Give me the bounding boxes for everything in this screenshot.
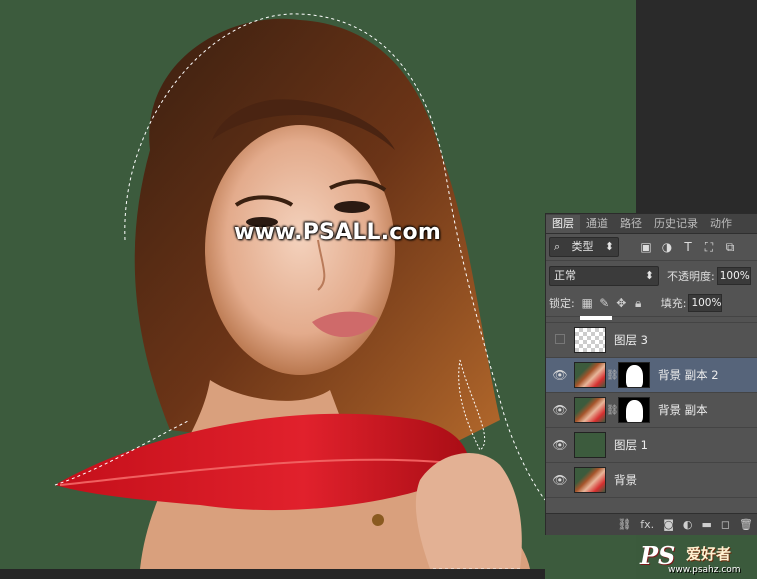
layer-name: 图层 1 [614,438,648,452]
mask-icon[interactable]: ◙ [663,518,674,531]
watermark-text: www.PSALL.com [234,220,441,245]
status-bar [0,569,545,579]
tab-layers[interactable]: 图层 [546,215,580,233]
tab-paths[interactable]: 路径 [614,215,648,233]
blend-mode-label: 正常 [554,268,576,282]
tab-history[interactable]: 历史记录 [648,215,704,233]
site-url: www.psahz.com [668,565,741,575]
layers-panel: 图层 通道 路径 历史记录 动作 ⌕ 类型 ⬍ ▣ ◑ T ⛶ ⧉ 正常 ⬍ 不… [545,213,757,535]
lock-all-icon[interactable]: 🔒︎ [630,296,647,311]
shape-filter-icon[interactable]: ⛶ [700,240,718,255]
layer-name: 背景 副本 [658,403,708,417]
opacity-label: 不透明度: [667,269,715,283]
layer-name: 背景 副本 2 [658,368,719,382]
type-filter-icon[interactable]: T [679,240,697,254]
layer-name: 背景 [614,473,637,487]
layer-thumbnail [574,362,606,388]
panel-tabs: 图层 通道 路径 历史记录 动作 [546,214,757,234]
blend-row: 正常 ⬍ 不透明度: 100% [546,261,757,290]
lock-image-icon[interactable]: ✎ [596,296,613,310]
layer-row[interactable]: 👁︎ 背景 [546,463,757,498]
chevron-icon: ⬍ [604,240,614,253]
layer-thumbnail [574,467,606,493]
photo-artwork [54,13,546,570]
face-shape [205,125,395,375]
layer-row[interactable]: 👁︎ ⛓︎ 背景 副本 2 [546,358,757,393]
blend-mode-select[interactable]: 正常 ⬍ [549,265,659,286]
filter-kind-select[interactable]: ⌕ 类型 ⬍ [549,237,619,257]
filter-kind-label: 类型 [571,240,594,253]
document-canvas[interactable]: www.PSALL.com [0,0,636,579]
adjustment-filter-icon[interactable]: ◑ [658,240,676,254]
chevron-icon: ⬍ [644,268,654,282]
adjustment-icon[interactable]: ◐ [683,518,693,531]
site-logo-text: 爱好者 [686,545,732,563]
layer-mask-thumbnail[interactable] [618,362,650,388]
layer-mask-thumbnail[interactable] [618,397,650,423]
fx-icon[interactable]: fx. [640,518,654,531]
new-layer-icon[interactable]: ◻ [721,518,730,531]
fill-field[interactable]: 100% [688,294,723,312]
layer-thumbnail [574,397,606,423]
chain-icon[interactable]: ⛓︎ [606,405,619,416]
search-icon: ⌕ [554,240,561,253]
workspace-background [636,0,757,213]
image-filter-icon[interactable]: ▣ [637,240,655,254]
folder-icon[interactable]: ▬ [701,518,711,531]
layer-name: 图层 3 [614,333,648,347]
fill-label: 填充: [660,297,687,310]
eye-icon[interactable]: 👁︎ [546,368,574,382]
tab-channels[interactable]: 通道 [580,215,614,233]
layer-row[interactable]: 图层 3 [546,323,757,358]
layer-row[interactable]: 👁︎ ⛓︎ 背景 副本 [546,393,757,428]
lock-label: 锁定: [549,297,575,310]
hand-shape [415,453,522,569]
eye-icon[interactable]: 👁︎ [546,473,574,487]
visibility-toggle[interactable] [546,333,574,347]
chain-icon[interactable]: ⛓︎ [606,370,619,381]
trash-icon[interactable]: 🗑︎ [739,518,753,531]
layers-list: 图层 3 👁︎ ⛓︎ 背景 副本 2 👁︎ ⛓︎ 背景 副本 👁︎ 图层 1 👁… [546,316,757,498]
eye-icon[interactable]: 👁︎ [546,438,574,452]
lock-position-icon[interactable]: ✥ [613,296,630,310]
smart-object-filter-icon[interactable]: ⧉ [721,240,739,255]
opacity-field[interactable]: 100% [716,266,751,285]
layer-filter-row: ⌕ 类型 ⬍ ▣ ◑ T ⛶ ⧉ [546,234,757,261]
layer-row[interactable]: 👁︎ 图层 1 [546,428,757,463]
layer-thumbnail [574,327,606,353]
eye-icon[interactable]: 👁︎ [546,403,574,417]
tab-actions[interactable]: 动作 [704,215,738,233]
link-icon[interactable]: ⛓︎ [617,518,631,531]
lock-row: 锁定: ▦ ✎ ✥ 🔒︎ 填充: 100% [546,290,757,317]
layer-thumbnail [574,432,606,458]
lock-transparent-icon[interactable]: ▦ [579,296,596,310]
panel-footer: ⛓︎ fx. ◙ ◐ ▬ ◻ 🗑︎ [546,513,757,535]
